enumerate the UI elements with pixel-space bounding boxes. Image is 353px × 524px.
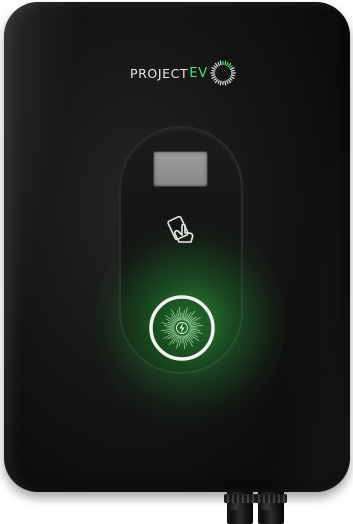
lcd-display <box>154 152 207 186</box>
logo-accent-text: EV <box>189 65 208 81</box>
ev-charger-product-photo: PROJECT EV <box>0 0 353 524</box>
logo-text: PROJECT <box>130 65 189 81</box>
rfid-card-tap-icon[interactable] <box>165 214 199 248</box>
charge-button[interactable] <box>147 293 217 363</box>
logo-sunburst-icon <box>210 60 236 86</box>
charge-ring <box>149 295 215 361</box>
brand-logo: PROJECT EV <box>130 58 236 88</box>
